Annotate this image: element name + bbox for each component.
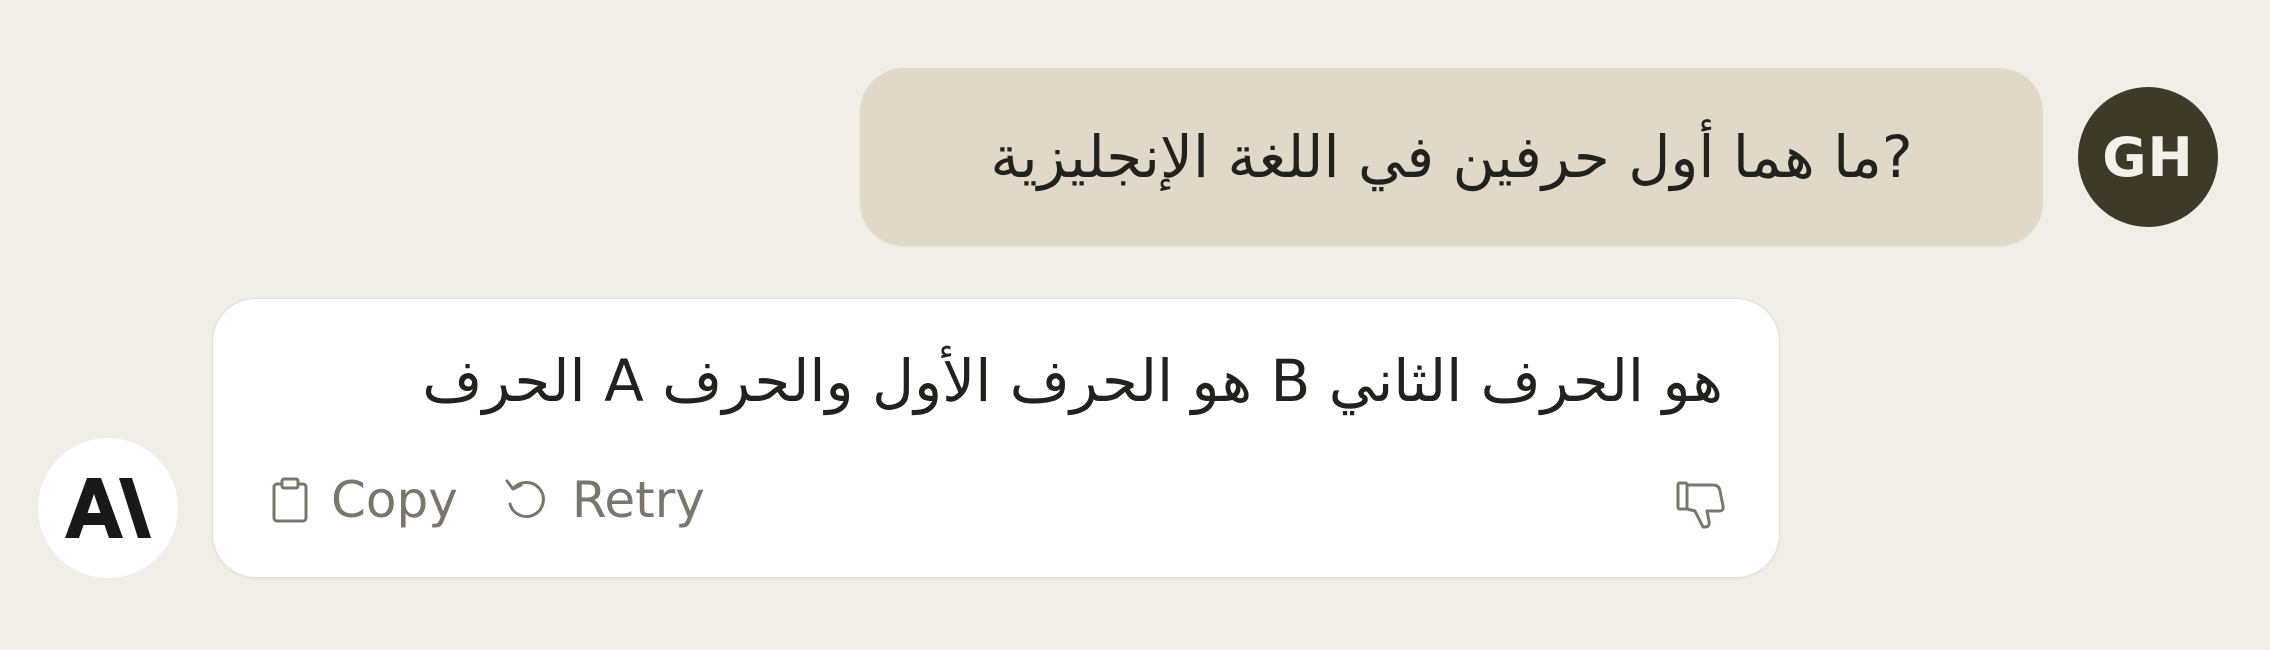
user-message-text: ?ما هما أول حرفين في اللغة الإنجليزية [990, 123, 1913, 191]
user-message-bubble: ?ما هما أول حرفين في اللغة الإنجليزية [860, 68, 2043, 246]
clipboard-icon [272, 477, 308, 523]
message-actions: Copy Retry [271, 471, 705, 529]
retry-label: Retry [571, 471, 705, 529]
thumbs-down-icon [1676, 481, 1725, 529]
assistant-message-text: هو الحرف الثاني B هو الحرف الأول والحرف … [422, 347, 1723, 415]
retry-icon [505, 479, 545, 518]
copy-label: Copy [331, 471, 458, 529]
copy-button[interactable]: Copy [271, 471, 458, 529]
user-avatar[interactable]: GH [2078, 87, 2218, 227]
retry-button[interactable]: Retry [504, 471, 705, 529]
user-message-row: ?ما هما أول حرفين في اللغة الإنجليزية GH [860, 68, 2220, 246]
assistant-avatar [38, 438, 178, 578]
anthropic-logo-icon [65, 478, 151, 538]
assistant-message-card: هو الحرف الثاني B هو الحرف الأول والحرف … [212, 298, 1780, 578]
thumbs-down-button[interactable] [1675, 479, 1727, 531]
